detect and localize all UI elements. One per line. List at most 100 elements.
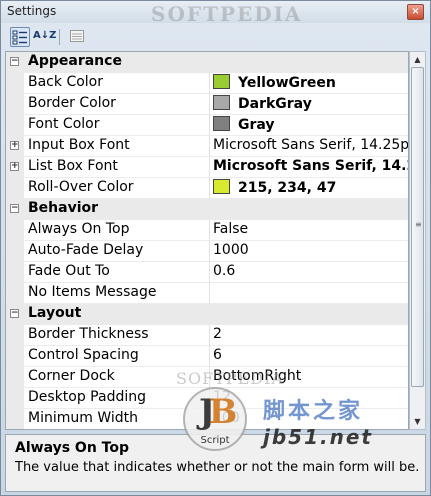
property-value[interactable]: 6: [213, 347, 408, 363]
expand-icon[interactable]: +: [10, 141, 19, 150]
row-gutter: [6, 409, 24, 429]
property-row-roll-over-color[interactable]: Roll-Over Color 215, 234, 47: [6, 178, 408, 199]
property-value[interactable]: YellowGreen: [213, 74, 408, 91]
alphabetical-button[interactable]: A↓Z: [33, 27, 57, 47]
property-name: Always On Top: [28, 221, 130, 237]
vertical-scrollbar[interactable]: ▲ ≡ ▼: [409, 51, 426, 430]
color-swatch: [213, 116, 230, 131]
category-label: Appearance: [28, 53, 122, 69]
jb51-url-watermark: jb51.net: [263, 425, 373, 449]
settings-window: Settings SOFTPEDIA × A↓Z − Appearance Ba…: [0, 0, 431, 496]
column-divider: [209, 178, 210, 199]
toolbar-separator: [59, 29, 60, 45]
property-value[interactable]: 2: [213, 326, 408, 342]
property-name: Control Spacing: [28, 347, 139, 363]
row-gutter: [6, 283, 24, 304]
row-gutter: [6, 262, 24, 283]
scroll-thumb[interactable]: ≡: [411, 67, 424, 387]
categorized-button[interactable]: [10, 27, 30, 47]
value-text: YellowGreen: [238, 75, 336, 91]
color-swatch: [213, 74, 230, 89]
row-gutter: [6, 388, 24, 409]
row-gutter: [6, 94, 24, 115]
row-gutter: [6, 346, 24, 367]
categorized-icon: [12, 30, 27, 45]
row-gutter: [6, 115, 24, 136]
color-swatch: [213, 179, 230, 194]
property-row-font-color[interactable]: Font Color Gray: [6, 115, 408, 136]
property-name: Fade Out To: [28, 263, 110, 279]
title-bar[interactable]: Settings SOFTPEDIA ×: [1, 1, 430, 26]
category-layout[interactable]: − Layout: [6, 304, 408, 325]
property-row-input-box-font[interactable]: + Input Box Font Microsoft Sans Serif, 1…: [6, 136, 408, 157]
property-value[interactable]: 0.6: [213, 263, 408, 279]
row-gutter: [6, 73, 24, 94]
property-row-border-color[interactable]: Border Color DarkGray: [6, 94, 408, 115]
collapse-icon[interactable]: −: [10, 309, 19, 318]
property-row-no-items-message[interactable]: No Items Message: [6, 283, 408, 304]
collapse-icon[interactable]: −: [10, 204, 19, 213]
softpedia-watermark: SOFTPEDIA: [151, 2, 303, 26]
category-label: Layout: [28, 305, 82, 321]
property-value[interactable]: False: [213, 221, 408, 237]
value-text: 215, 234, 47: [238, 180, 337, 196]
collapse-icon[interactable]: −: [10, 57, 19, 66]
color-swatch: [213, 95, 230, 110]
row-gutter: [6, 325, 24, 346]
property-name: Border Thickness: [28, 326, 149, 342]
property-value[interactable]: Microsoft Sans Serif, 14.25pt: [213, 158, 408, 174]
property-name: Input Box Font: [28, 137, 130, 153]
close-button[interactable]: ×: [407, 4, 424, 20]
column-divider: [209, 115, 210, 136]
property-row-fade-out-to[interactable]: Fade Out To 0.6: [6, 262, 408, 283]
scroll-up-icon[interactable]: ▲: [410, 52, 425, 67]
property-row-list-box-font[interactable]: + List Box Font Microsoft Sans Serif, 14…: [6, 157, 408, 178]
description-title: Always On Top: [15, 440, 129, 456]
jb51-logo-icon: J B Script: [183, 387, 247, 451]
row-gutter: [6, 241, 24, 262]
window-title: Settings: [7, 4, 57, 18]
property-value[interactable]: 215, 234, 47: [213, 179, 408, 196]
property-name: Border Color: [28, 95, 116, 111]
column-divider: [209, 283, 210, 304]
expand-icon[interactable]: +: [10, 162, 19, 171]
category-appearance[interactable]: − Appearance: [6, 52, 408, 73]
property-row-auto-fade-delay[interactable]: Auto-Fade Delay 1000: [6, 241, 408, 262]
column-divider: [209, 220, 210, 241]
row-gutter: [6, 367, 24, 388]
column-divider: [209, 136, 210, 157]
property-row-border-thickness[interactable]: Border Thickness 2: [6, 325, 408, 346]
grip-icon: ≡: [415, 220, 422, 229]
property-value[interactable]: Gray: [213, 116, 408, 133]
property-pages-icon: [70, 30, 84, 42]
scroll-down-icon[interactable]: ▼: [410, 414, 425, 429]
value-text: Gray: [238, 117, 275, 133]
jb51-cn-watermark: 脚本之家: [263, 399, 364, 424]
property-row-control-spacing[interactable]: Control Spacing 6: [6, 346, 408, 367]
row-gutter: [6, 178, 24, 199]
description-text: The value that indicates whether or not …: [15, 460, 419, 475]
svg-text:B: B: [209, 392, 238, 432]
alphabetical-icon: A↓Z: [33, 30, 57, 41]
column-divider: [209, 157, 210, 178]
property-value[interactable]: DarkGray: [213, 95, 408, 112]
category-label: Behavior: [28, 200, 99, 216]
property-pages-button[interactable]: [67, 27, 87, 47]
column-divider: [209, 73, 210, 94]
value-text: DarkGray: [238, 96, 312, 112]
property-value[interactable]: 1000: [213, 242, 408, 258]
column-divider: [209, 262, 210, 283]
column-divider: [209, 325, 210, 346]
property-name: Font Color: [28, 116, 100, 132]
close-icon: ×: [411, 6, 420, 17]
property-row-always-on-top[interactable]: Always On Top False: [6, 220, 408, 241]
property-name: Roll-Over Color: [28, 179, 134, 195]
property-name: List Box Font: [28, 158, 118, 174]
property-name: No Items Message: [28, 284, 157, 300]
toolbar: A↓Z: [5, 25, 426, 49]
property-value[interactable]: Microsoft Sans Serif, 14.25pt: [213, 137, 408, 153]
row-gutter: [6, 220, 24, 241]
property-name: Auto-Fade Delay: [28, 242, 144, 258]
property-row-back-color[interactable]: Back Color YellowGreen: [6, 73, 408, 94]
category-behavior[interactable]: − Behavior: [6, 199, 408, 220]
